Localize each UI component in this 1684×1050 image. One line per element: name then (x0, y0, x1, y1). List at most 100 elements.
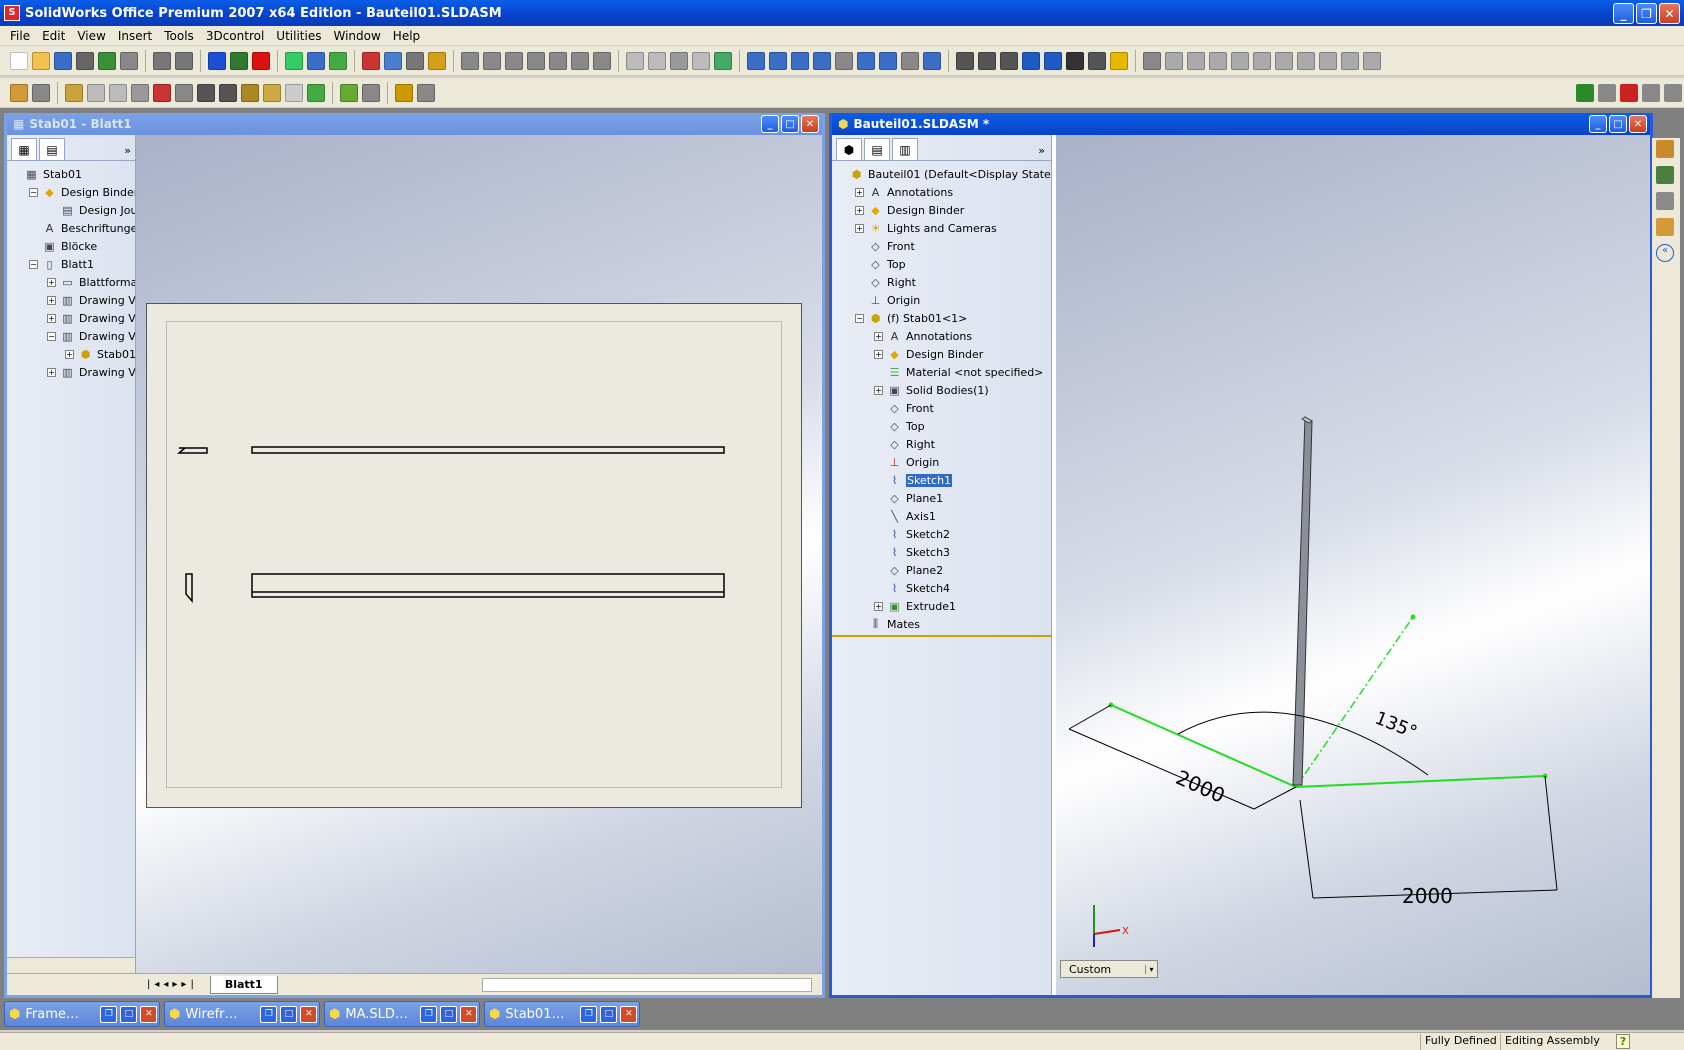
tree-node[interactable]: ⫼ Mates (832, 615, 1051, 633)
expand-panel-icon[interactable]: » (1038, 144, 1045, 157)
sheet-tab-blatt1[interactable]: Blatt1 (209, 975, 278, 994)
configuration-manager-tab[interactable]: ▥ (892, 138, 918, 160)
toolbar-tool-icon[interactable] (1187, 51, 1205, 70)
toolbar-tool-icon[interactable] (648, 51, 666, 70)
expand-panel-icon[interactable]: » (124, 144, 131, 157)
drawing-close-button[interactable]: ✕ (801, 115, 819, 133)
toolbar-tool-icon[interactable] (98, 51, 116, 70)
toolbar-tool-icon[interactable] (692, 51, 710, 70)
tree-node[interactable]: ⬢ Bauteil01 (Default<Display State-1>) (832, 165, 1051, 183)
menu-insert[interactable]: Insert (112, 29, 158, 43)
toolbar-tool-icon[interactable] (32, 83, 50, 102)
expand-icon[interactable]: + (855, 187, 864, 197)
menu-view[interactable]: View (71, 29, 111, 43)
minimize-button[interactable]: _ (1613, 3, 1634, 24)
tree-node[interactable]: ⌇ Sketch2 (832, 525, 1051, 543)
toolbar-tool-icon[interactable] (175, 51, 193, 70)
feature-manager-tab[interactable]: ⬢ (836, 138, 862, 160)
macro-tool-icon[interactable] (1642, 83, 1660, 102)
tree-node[interactable]: ◇ Front (832, 237, 1051, 255)
tree-node[interactable]: + ▣ Solid Bodies(1) (832, 381, 1051, 399)
drawing-maximize-button[interactable]: □ (781, 115, 799, 133)
toolbar-tool-icon[interactable] (54, 51, 72, 70)
toolbar-tool-icon[interactable] (395, 83, 413, 102)
tree-node[interactable]: ◇ Plane2 (832, 561, 1051, 579)
maximize-icon[interactable]: □ (120, 1005, 138, 1023)
home-icon[interactable] (1656, 140, 1674, 158)
minimized-document[interactable]: ⬢ MA.SLD… ❐ □ ✕ (324, 1001, 480, 1027)
toolbar-tool-icon[interactable] (769, 51, 787, 70)
toolbar-tool-icon[interactable] (153, 83, 171, 102)
tree-node[interactable]: ◇ Plane1 (832, 489, 1051, 507)
tree-node[interactable]: + ⬢ Stab01 < (7, 345, 135, 363)
toolbar-tool-icon[interactable] (571, 51, 589, 70)
menu-3dcontrol[interactable]: 3Dcontrol (200, 29, 270, 43)
tree-node[interactable]: ◇ Right (832, 273, 1051, 291)
menu-help[interactable]: Help (387, 29, 426, 43)
assembly-window-title-bar[interactable]: ⬢ Bauteil01.SLDASM * _ □ ✕ (832, 113, 1650, 135)
toolbar-tool-icon[interactable] (714, 51, 732, 70)
toolbar-tool-icon[interactable] (593, 51, 611, 70)
toolbar-tool-icon[interactable] (175, 83, 193, 102)
toolbar-tool-icon[interactable] (428, 51, 446, 70)
toolbar-tool-icon[interactable] (879, 51, 897, 70)
close-icon[interactable]: ✕ (140, 1005, 158, 1023)
toolbar-tool-icon[interactable] (835, 51, 853, 70)
toolbar-tool-icon[interactable] (10, 51, 28, 70)
toolbar-tool-icon[interactable] (923, 51, 941, 70)
toolbar-tool-icon[interactable] (10, 83, 28, 102)
tree-node[interactable]: ⌇ Sketch4 (832, 579, 1051, 597)
tree-node[interactable]: + ☀ Lights and Cameras (832, 219, 1051, 237)
close-button[interactable]: ✕ (1659, 3, 1680, 24)
toolbar-tool-icon[interactable] (670, 51, 688, 70)
toolbar-tool-icon[interactable] (362, 51, 380, 70)
tree-node[interactable]: − ⬢ (f) Stab01<1> (832, 309, 1051, 327)
tree-node[interactable]: ⌇ Sketch3 (832, 543, 1051, 561)
collapse-icon[interactable]: − (47, 331, 56, 341)
expand-icon[interactable]: + (874, 331, 883, 341)
horizontal-scrollbar[interactable] (482, 977, 812, 992)
sheet-nav-arrows[interactable]: |◂◂▸▸| (147, 979, 198, 990)
toolbar-tool-icon[interactable] (1363, 51, 1381, 70)
tree-node[interactable]: + ▥ Drawing View (7, 291, 135, 309)
assembly-close-button[interactable]: ✕ (1629, 115, 1647, 133)
toolbar-tool-icon[interactable] (362, 83, 380, 102)
tree-node[interactable]: + ◆ Design Binder (832, 345, 1051, 363)
tree-node[interactable]: + ▭ Blattformat1 (7, 273, 135, 291)
tree-horizontal-scrollbar[interactable] (7, 957, 135, 973)
toolbar-tool-icon[interactable] (87, 83, 105, 102)
tree-node[interactable]: + ▣ Extrude1 (832, 597, 1051, 615)
expand-icon[interactable]: + (855, 223, 864, 233)
drawing-window-title-bar[interactable]: ▦ Stab01 - Blatt1 _ □ ✕ (7, 113, 822, 135)
toolbar-tool-icon[interactable] (1000, 51, 1018, 70)
toolbar-tool-icon[interactable] (747, 51, 765, 70)
toolbar-tool-icon[interactable] (1297, 51, 1315, 70)
rollback-bar[interactable] (832, 635, 1051, 637)
expand-icon[interactable]: + (855, 205, 864, 215)
tree-node[interactable]: ◇ Top (832, 417, 1051, 435)
toolbar-tool-icon[interactable] (219, 83, 237, 102)
toolbar-tool-icon[interactable] (549, 51, 567, 70)
tree-node[interactable]: + ▥ Drawing View (7, 309, 135, 327)
view-orientation-dropdown[interactable]: Custom ▾ (1060, 960, 1158, 978)
toolbar-tool-icon[interactable] (263, 83, 281, 102)
file-explorer-icon[interactable] (1656, 192, 1674, 210)
restore-icon[interactable]: ❐ (100, 1005, 118, 1023)
toolbar-tool-icon[interactable] (252, 51, 270, 70)
tree-node[interactable]: ▦ Stab01 (7, 165, 135, 183)
toolbar-tool-icon[interactable] (1319, 51, 1337, 70)
toolbar-tool-icon[interactable] (1143, 51, 1161, 70)
tree-node[interactable]: ☰ Material <not specified> (832, 363, 1051, 381)
toolbar-tool-icon[interactable] (417, 83, 435, 102)
tree-node[interactable]: ▣ Blöcke (7, 237, 135, 255)
macro-tool-icon[interactable] (1620, 83, 1638, 102)
help-icon[interactable]: ? (1616, 1034, 1630, 1049)
toolbar-tool-icon[interactable] (956, 51, 974, 70)
maximize-icon[interactable]: □ (440, 1005, 458, 1023)
restore-icon[interactable]: ❐ (260, 1005, 278, 1023)
property-manager-tab[interactable]: ▤ (864, 138, 890, 160)
tree-node[interactable]: ▤ Design Journ (7, 201, 135, 219)
graphics-viewport[interactable]: 2000 2000 135° X Custom ▾ (1056, 135, 1650, 995)
tree-node[interactable]: ◇ Right (832, 435, 1051, 453)
tree-node[interactable]: + A Annotations (832, 183, 1051, 201)
